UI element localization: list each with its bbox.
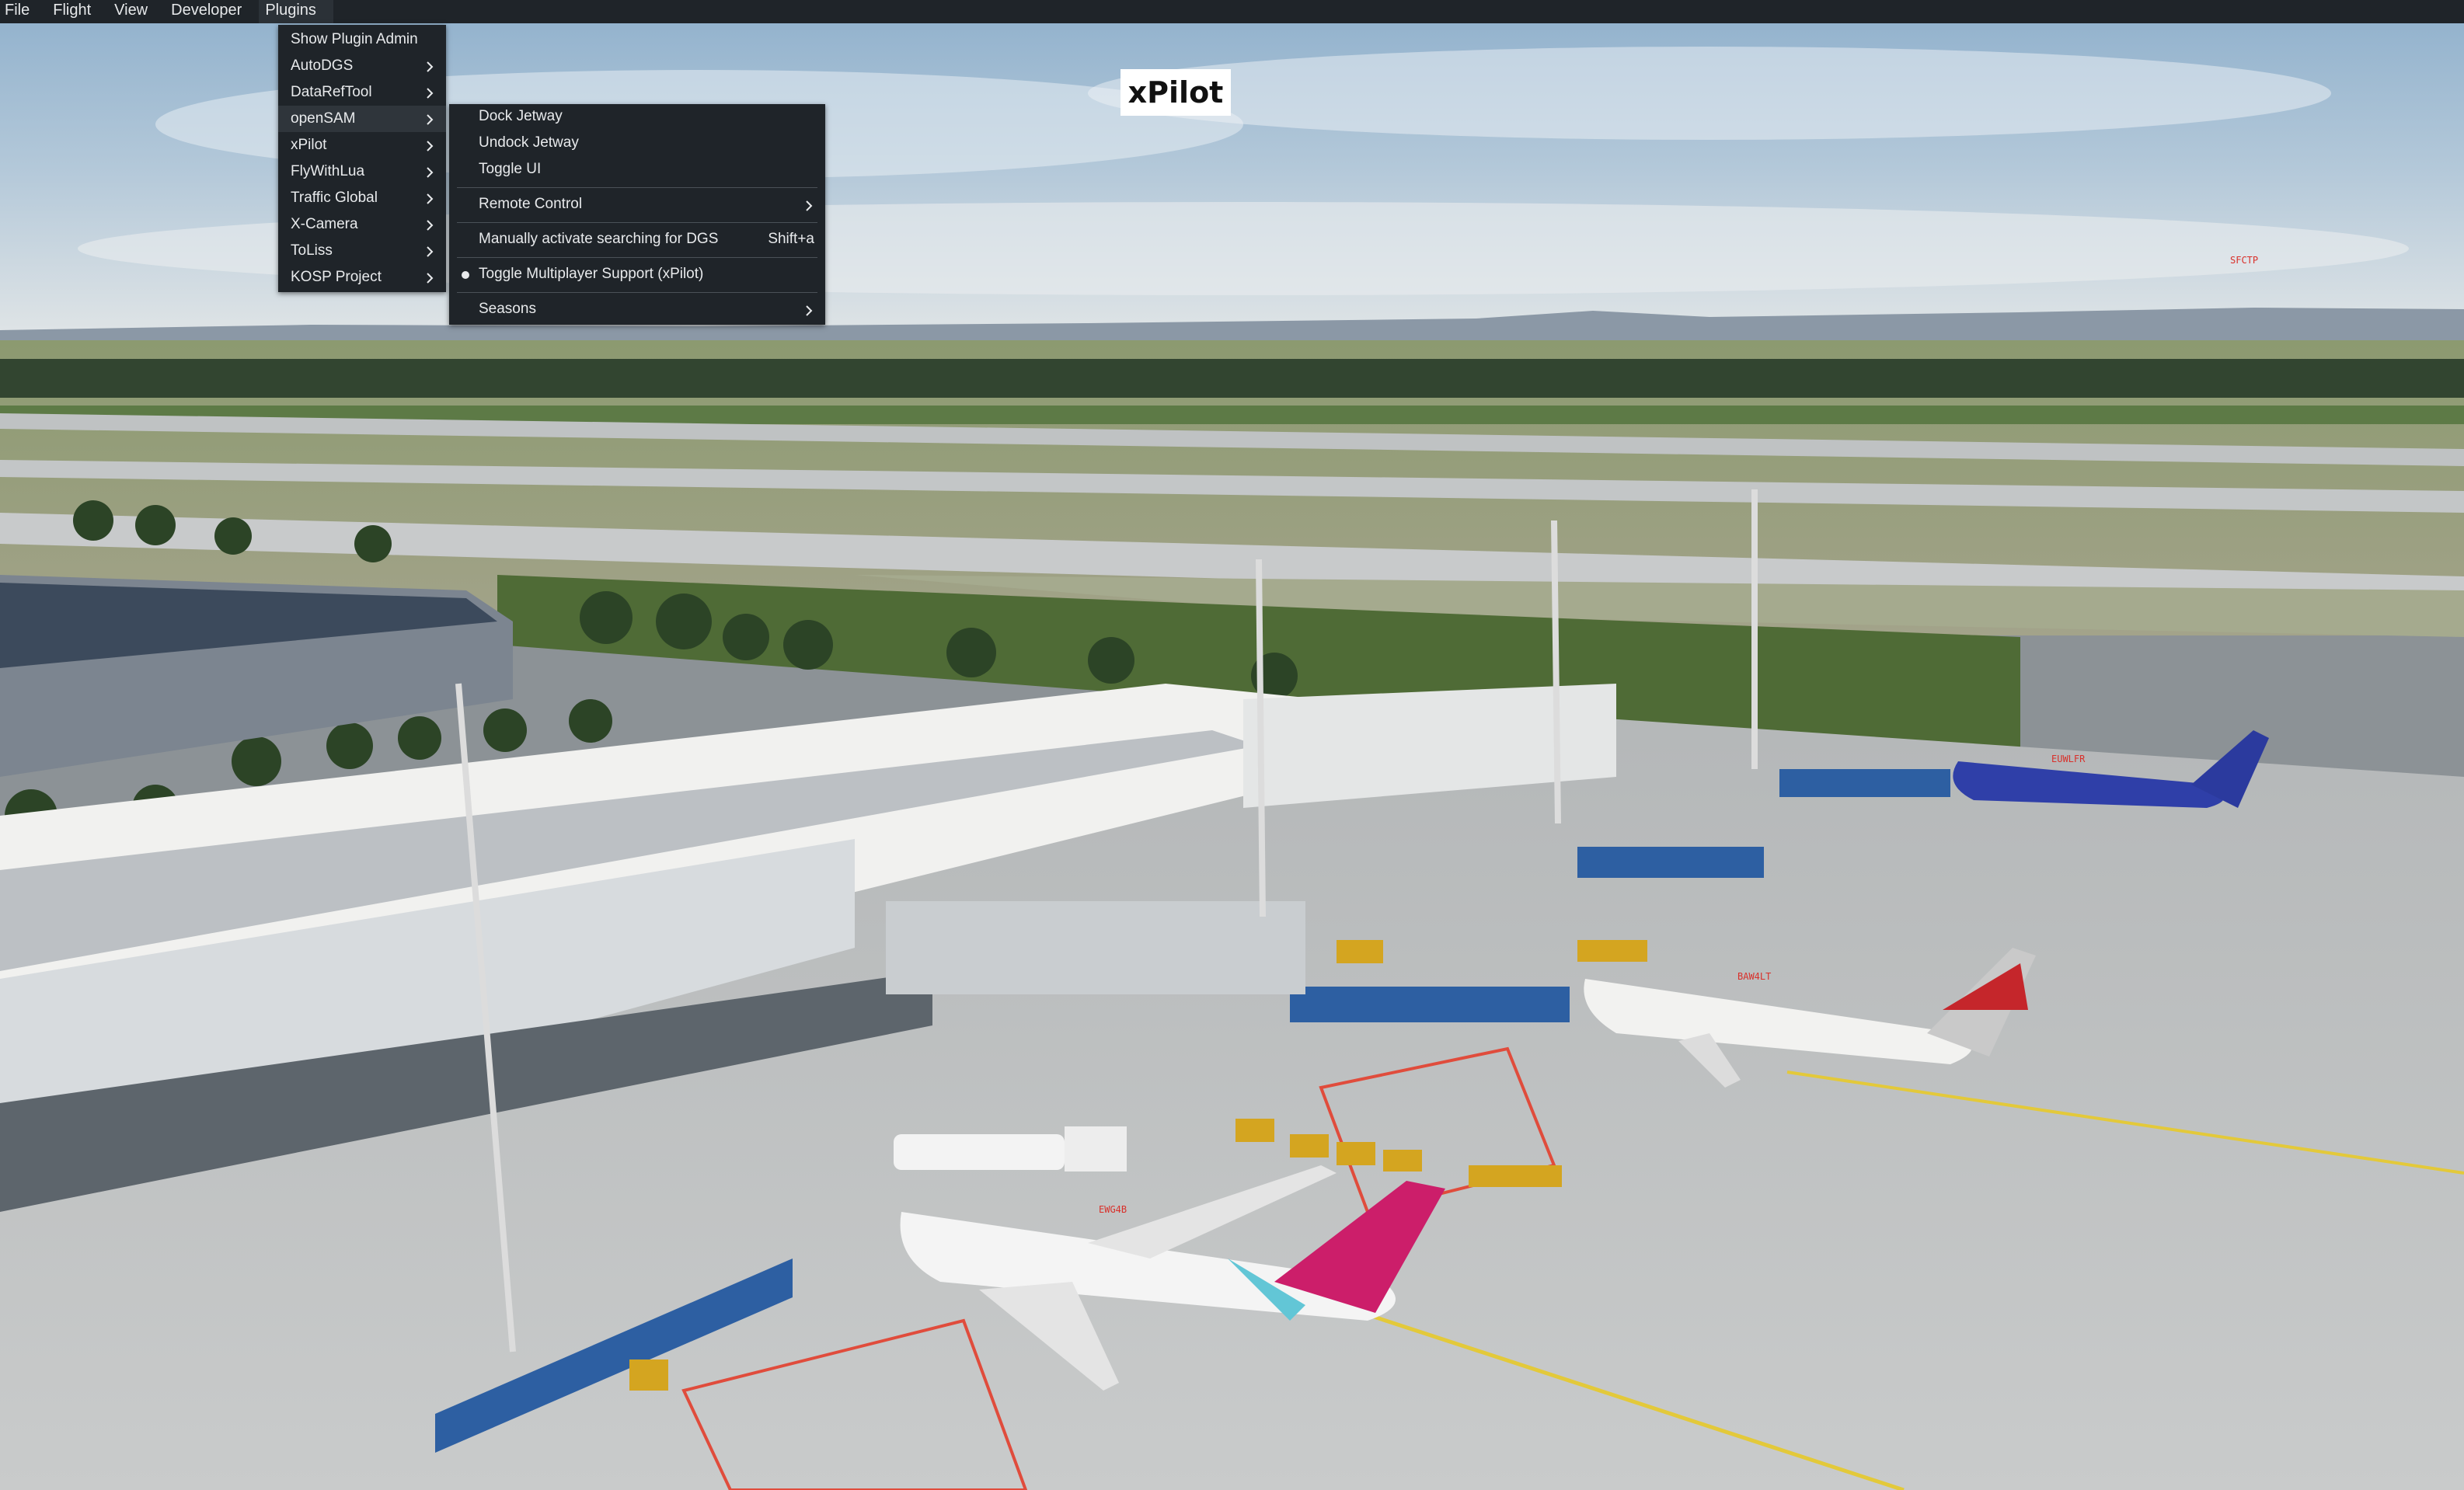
menu-item-toggle-multiplayer[interactable]: Toggle Multiplayer Support (xPilot) (449, 262, 825, 288)
menu-item-label: AutoDGS (291, 57, 354, 74)
menu-item-label: Toggle UI (479, 161, 542, 177)
xpilot-window-title[interactable]: xPilot (1120, 69, 1231, 116)
menu-plugins[interactable]: Plugins (259, 0, 333, 23)
menu-item-toliss[interactable]: ToLiss (278, 238, 446, 264)
menu-developer[interactable]: Developer (165, 0, 259, 23)
menu-bar: File Flight View Developer Plugins (0, 0, 2464, 23)
menu-item-x-camera[interactable]: X-Camera (278, 211, 446, 238)
menu-item-opensam[interactable]: openSAM (278, 106, 446, 132)
menu-item-label: xPilot (291, 137, 327, 153)
opensam-submenu: Dock Jetway Undock Jetway Toggle UI Remo… (449, 104, 825, 325)
menu-item-label: FlyWithLua (291, 163, 365, 179)
menu-item-label: KOSP Project (291, 269, 382, 285)
aircraft-callsign-label: BAW4LT (1737, 971, 1772, 982)
menu-separator (457, 187, 817, 188)
menu-item-label: Manually activate searching for DGS (479, 231, 719, 247)
menu-separator (457, 292, 817, 293)
chevron-right-icon (805, 297, 814, 323)
chevron-right-icon (426, 79, 435, 106)
menu-item-xpilot[interactable]: xPilot (278, 132, 446, 158)
menu-item-label: X-Camera (291, 216, 358, 232)
menu-item-label: Undock Jetway (479, 134, 579, 151)
menu-view[interactable]: View (108, 0, 165, 23)
menu-item-label: DataRefTool (291, 84, 372, 100)
menu-item-toggle-ui[interactable]: Toggle UI (449, 157, 825, 183)
menu-separator (457, 257, 817, 258)
menu-item-seasons[interactable]: Seasons (449, 297, 825, 323)
checked-bullet-icon (462, 271, 469, 279)
aircraft-callsign-label: SFCTP (2230, 255, 2259, 266)
chevron-right-icon (805, 192, 814, 218)
menu-item-autodgs[interactable]: AutoDGS (278, 53, 446, 79)
menu-separator (457, 222, 817, 223)
menu-item-show-plugin-admin[interactable]: Show Plugin Admin (278, 26, 446, 53)
chevron-right-icon (426, 264, 435, 291)
chevron-right-icon (426, 158, 435, 185)
chevron-right-icon (426, 185, 435, 211)
menu-item-flywithlua[interactable]: FlyWithLua (278, 158, 446, 185)
menu-item-remote-control[interactable]: Remote Control (449, 192, 825, 218)
menu-item-manual-dgs-search[interactable]: Manually activate searching for DGS Shift… (449, 227, 825, 253)
menu-item-undock-jetway[interactable]: Undock Jetway (449, 131, 825, 157)
menu-file[interactable]: File (0, 0, 47, 23)
menu-item-label: Dock Jetway (479, 108, 563, 124)
menu-item-label: Seasons (479, 301, 536, 317)
menu-flight[interactable]: Flight (47, 0, 108, 23)
menu-item-dock-jetway[interactable]: Dock Jetway (449, 104, 825, 131)
chevron-right-icon (426, 106, 435, 132)
menu-item-label: Traffic Global (291, 190, 378, 206)
chevron-right-icon (426, 238, 435, 264)
aircraft-callsign-label: EUWLFR (2051, 754, 2086, 764)
menu-item-label: Show Plugin Admin (291, 31, 418, 47)
chevron-right-icon (426, 132, 435, 158)
menu-item-traffic-global[interactable]: Traffic Global (278, 185, 446, 211)
menu-item-datareftool[interactable]: DataRefTool (278, 79, 446, 106)
chevron-right-icon (426, 53, 435, 79)
keyboard-shortcut: Shift+a (768, 231, 814, 247)
menu-item-label: Toggle Multiplayer Support (xPilot) (479, 266, 704, 282)
menu-item-kosp-project[interactable]: KOSP Project (278, 264, 446, 291)
menu-item-label: Remote Control (479, 196, 583, 212)
menu-item-label: openSAM (291, 110, 356, 127)
menu-item-label: ToLiss (291, 242, 333, 259)
aircraft-callsign-label: EWG4B (1099, 1204, 1127, 1215)
plugins-dropdown: Show Plugin Admin AutoDGS DataRefTool op… (278, 25, 446, 292)
chevron-right-icon (426, 211, 435, 238)
